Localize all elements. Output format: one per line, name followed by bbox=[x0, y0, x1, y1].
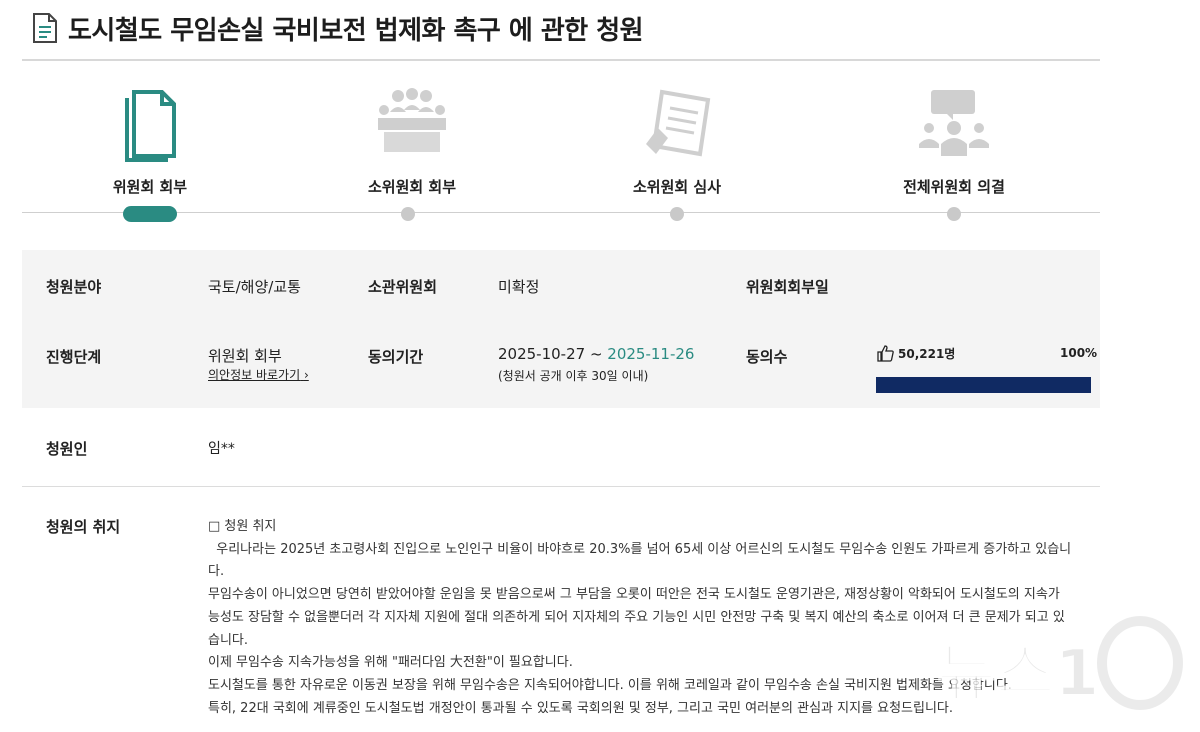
step-label: 소위원회 회부 bbox=[367, 178, 457, 196]
step-indicator-active bbox=[123, 206, 177, 222]
votes-progress-bar bbox=[876, 377, 1091, 393]
field-value: 국토/해양/교통 bbox=[208, 278, 301, 296]
review-icon bbox=[646, 89, 711, 157]
petition-info-panel: 청원분야 국토/해양/교통 소관위원회 미확정 위원회회부일 진행단계 위원회 … bbox=[22, 250, 1100, 408]
period-separator: ~ bbox=[585, 345, 608, 363]
thumbs-up-icon bbox=[877, 345, 894, 362]
committee-value: 미확정 bbox=[498, 278, 540, 296]
period-label: 동의기간 bbox=[368, 348, 424, 366]
petition-progress-steps: 위원회 회부 소위원회 회부 소위원회 심사 전체위원회 의결 bbox=[22, 62, 1100, 232]
purpose-line: □ 청원 취지 bbox=[208, 519, 277, 534]
purpose-line: 우리나라는 2025년 초고령사회 진입으로 노인인구 비율이 바야흐로 20.… bbox=[208, 541, 1072, 557]
bill-info-link-text[interactable]: 의안정보 바로가기 bbox=[208, 368, 300, 382]
votes-count: 50,221명 bbox=[898, 347, 956, 361]
field-label: 청원분야 bbox=[46, 278, 102, 296]
step-label: 전체위원회 의결 bbox=[903, 178, 1005, 196]
documents-icon bbox=[125, 90, 176, 162]
period-end: 2025-11-26 bbox=[607, 345, 695, 363]
meeting-icon bbox=[378, 88, 446, 152]
petitioner-label: 청원인 bbox=[46, 440, 88, 458]
purpose-line: 다. bbox=[208, 564, 225, 580]
page-header: 도시철도 무임손실 국비보전 법제화 촉구 에 관한 청원 bbox=[32, 10, 644, 46]
step-indicator bbox=[947, 207, 961, 221]
chevron-right-icon: › bbox=[303, 368, 309, 382]
step-indicator bbox=[401, 207, 415, 221]
votes-percent: 100% bbox=[1060, 346, 1098, 360]
stage-value: 위원회 회부 bbox=[208, 347, 282, 365]
watermark-text: 뉴스1 bbox=[937, 637, 1099, 710]
step-label: 소위원회 심사 bbox=[632, 178, 722, 196]
votes-label: 동의수 bbox=[746, 348, 788, 366]
step-committee-referral: 위원회 회부 bbox=[40, 62, 260, 232]
step-indicator bbox=[670, 207, 684, 221]
bill-info-link[interactable]: 의안정보 바로가기 › bbox=[208, 366, 309, 383]
news1-watermark-logo: 뉴스1 bbox=[936, 616, 1183, 710]
step-full-committee-resolution: 전체위원회 의결 bbox=[844, 62, 1064, 232]
section-divider bbox=[22, 486, 1100, 487]
votes-summary: 50,221명 bbox=[877, 345, 955, 362]
step-label: 위원회 회부 bbox=[112, 178, 188, 196]
period-range: 2025-10-27 ~ 2025-11-26 bbox=[498, 345, 694, 363]
stage-label: 진행단계 bbox=[46, 348, 102, 366]
purpose-line: 무임수송이 아니었으면 당연히 받았어야할 운임을 못 받음으로써 그 부담을 … bbox=[208, 587, 1060, 603]
referral-date-label: 위원회회부일 bbox=[746, 278, 829, 296]
period-start: 2025-10-27 bbox=[498, 345, 586, 363]
petitioner-value: 임** bbox=[208, 441, 235, 457]
page-title: 도시철도 무임손실 국비보전 법제화 촉구 에 관한 청원 bbox=[68, 15, 644, 46]
committee-label: 소관위원회 bbox=[368, 278, 438, 296]
votes-progress-fill bbox=[876, 377, 1091, 393]
step-subcommittee-referral: 소위원회 회부 bbox=[302, 62, 522, 232]
purpose-label: 청원의 취지 bbox=[46, 518, 121, 536]
document-icon bbox=[33, 13, 57, 43]
title-divider bbox=[22, 59, 1100, 61]
conference-icon bbox=[919, 90, 989, 156]
period-note: (청원서 공개 이후 30일 이내) bbox=[498, 369, 649, 383]
step-subcommittee-review: 소위원회 심사 bbox=[567, 62, 787, 232]
